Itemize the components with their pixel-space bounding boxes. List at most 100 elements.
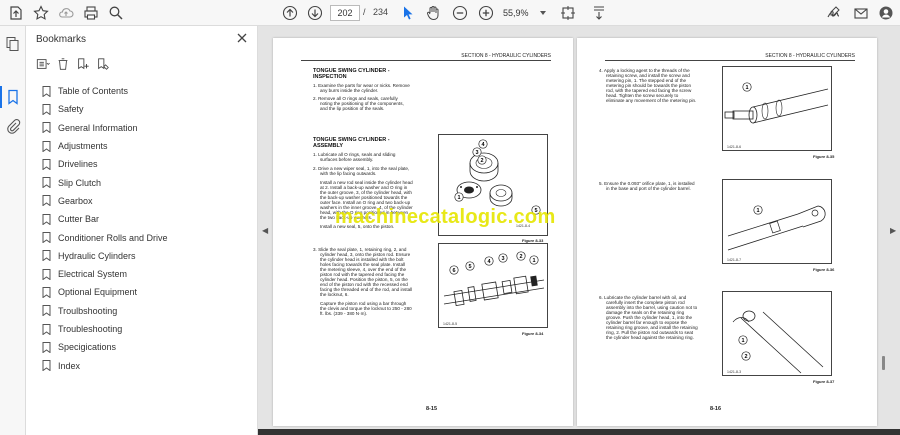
bookmark-item[interactable]: Conditioner Rolls and Drive xyxy=(42,228,252,246)
figure-8-34: 6 5 4 3 2 1 xyxy=(438,243,548,328)
callout-number: 3 xyxy=(472,147,482,157)
bookmark-item[interactable]: Electrical System xyxy=(42,265,252,283)
callout-number: 5 xyxy=(465,261,475,271)
callout-number: 1 xyxy=(753,205,763,215)
bookmark-label: Drivelines xyxy=(58,159,98,170)
bookmark-item[interactable]: Gearbox xyxy=(42,192,252,210)
bookmark-item[interactable]: Index xyxy=(42,356,252,374)
svg-text:1: 1 xyxy=(457,195,460,201)
scrollbar-thumb[interactable] xyxy=(882,356,885,370)
bookmark-item[interactable]: Slip Clutch xyxy=(42,173,252,191)
star-icon[interactable] xyxy=(31,3,51,23)
add-bookmark-icon[interactable] xyxy=(76,57,90,71)
bookmark-label: Troulbshooting xyxy=(58,305,118,316)
figure-caption: Figure 8-37 xyxy=(813,379,835,384)
attachment-icon[interactable] xyxy=(5,118,21,134)
zoom-in-icon[interactable] xyxy=(476,3,496,23)
active-panel-indicator xyxy=(0,86,2,108)
account-icon[interactable] xyxy=(876,3,896,23)
bookmark-item[interactable]: Cutter Bar xyxy=(42,210,252,228)
bookmark-icon xyxy=(42,360,51,372)
bookmark-icon xyxy=(42,305,51,317)
bookmark-item[interactable]: Troulbshooting xyxy=(42,302,252,320)
bookmark-item[interactable]: Specigications xyxy=(42,338,252,356)
figure-8-35: 1 xyxy=(722,66,832,151)
callouts-d: 1 xyxy=(753,205,763,215)
zoom-out-icon[interactable] xyxy=(450,3,470,23)
delete-bookmark-icon[interactable] xyxy=(56,57,70,71)
next-page-icon[interactable] xyxy=(305,3,325,23)
collapse-left-icon[interactable]: ◀ xyxy=(262,226,268,235)
document-page-right: SECTION 8 - HYDRAULIC CYLINDERS 4. Apply… xyxy=(577,38,877,426)
close-icon[interactable] xyxy=(236,32,248,44)
bookmark-icon xyxy=(42,323,51,335)
body-text: any burrs inside the cylinder. xyxy=(320,88,379,93)
collapse-right-icon[interactable]: ▶ xyxy=(890,226,896,235)
bookmark-tools xyxy=(36,56,110,72)
zoom-level[interactable]: 55,9% xyxy=(503,5,541,21)
callout-number: 1 xyxy=(529,255,539,265)
upload-file-icon[interactable] xyxy=(6,3,26,23)
fit-page-icon[interactable] xyxy=(558,3,578,23)
bookmark-label: Conditioner Rolls and Drive xyxy=(58,232,168,243)
bookmark-icon xyxy=(42,286,51,298)
svg-text:3: 3 xyxy=(501,256,504,262)
watermark-text: machinecatalogic.com xyxy=(335,206,556,228)
print-icon[interactable] xyxy=(81,3,101,23)
bookmark-list: Table of Contents Safety General Informati… xyxy=(42,82,252,375)
toolbar: / 234 55,9% xyxy=(0,0,900,26)
bookmark-label: Slip Clutch xyxy=(58,177,102,188)
bookmark-item[interactable]: Safety xyxy=(42,100,252,118)
search-icon[interactable] xyxy=(106,3,126,23)
callouts-c: 1 xyxy=(742,82,752,92)
cloud-upload-icon[interactable] xyxy=(56,3,76,23)
svg-text:1: 1 xyxy=(741,338,744,344)
callout-number: 2 xyxy=(477,155,487,165)
callout-number: 1 xyxy=(742,82,752,92)
previous-page-icon[interactable] xyxy=(280,3,300,23)
page-number-input[interactable] xyxy=(330,5,360,21)
section-heading: INSPECTION xyxy=(313,74,347,80)
callout-number: 1 xyxy=(454,192,464,202)
bookmark-item[interactable]: Table of Contents xyxy=(42,82,252,100)
page-thumbnails-icon[interactable] xyxy=(5,36,21,52)
bookmark-item[interactable]: General Information xyxy=(42,119,252,137)
bookmark-panel-icon[interactable] xyxy=(5,89,21,105)
svg-text:5: 5 xyxy=(468,264,471,270)
section-heading: ASSEMBLY xyxy=(313,143,344,149)
bookmark-icon xyxy=(42,158,51,170)
bookmark-label: Cutter Bar xyxy=(58,214,100,225)
svg-text:2: 2 xyxy=(744,354,747,360)
body-text: the cylinder head against the retaining … xyxy=(606,335,694,340)
hand-tool-icon[interactable] xyxy=(423,3,443,23)
callout-number: 2 xyxy=(741,351,751,361)
sign-icon[interactable] xyxy=(824,3,844,23)
bookmark-item[interactable]: Troubleshooting xyxy=(42,320,252,338)
body-text: and the lip position of the seals. xyxy=(320,106,385,111)
bookmark-label: Index xyxy=(58,360,81,371)
page-total: 234 xyxy=(373,7,389,17)
page-number-footer: 8-15 xyxy=(426,406,438,412)
select-cursor-icon[interactable] xyxy=(398,3,418,23)
bookmark-icon xyxy=(42,140,51,152)
bookmark-icon xyxy=(42,103,51,115)
bookmark-item[interactable]: Adjustments xyxy=(42,137,252,155)
bottom-bar xyxy=(258,429,900,435)
options-menu-icon[interactable] xyxy=(36,57,50,71)
bookmark-label: Safety xyxy=(58,104,84,115)
header-rule xyxy=(301,60,551,61)
bookmark-item[interactable]: Hydraulic Cylinders xyxy=(42,247,252,265)
zoom-dropdown-icon[interactable] xyxy=(540,11,546,15)
body-text: in the base and port of the cylinder bar… xyxy=(606,186,691,191)
bookmark-icon xyxy=(42,195,51,207)
body-text: eliminate any movement of the metering p… xyxy=(606,98,697,103)
page-header: SECTION 8 - HYDRAULIC CYLINDERS xyxy=(461,53,551,59)
figure-code: 1421-8-3 xyxy=(727,370,742,374)
bookmark-item[interactable]: Drivelines xyxy=(42,155,252,173)
bookmark-icon xyxy=(42,268,51,280)
tag-bookmark-icon[interactable] xyxy=(96,57,110,71)
mail-icon[interactable] xyxy=(851,3,871,23)
page-separator: / xyxy=(363,7,366,17)
scroll-mode-icon[interactable] xyxy=(589,3,609,23)
bookmark-item[interactable]: Optional Equipment xyxy=(42,283,252,301)
